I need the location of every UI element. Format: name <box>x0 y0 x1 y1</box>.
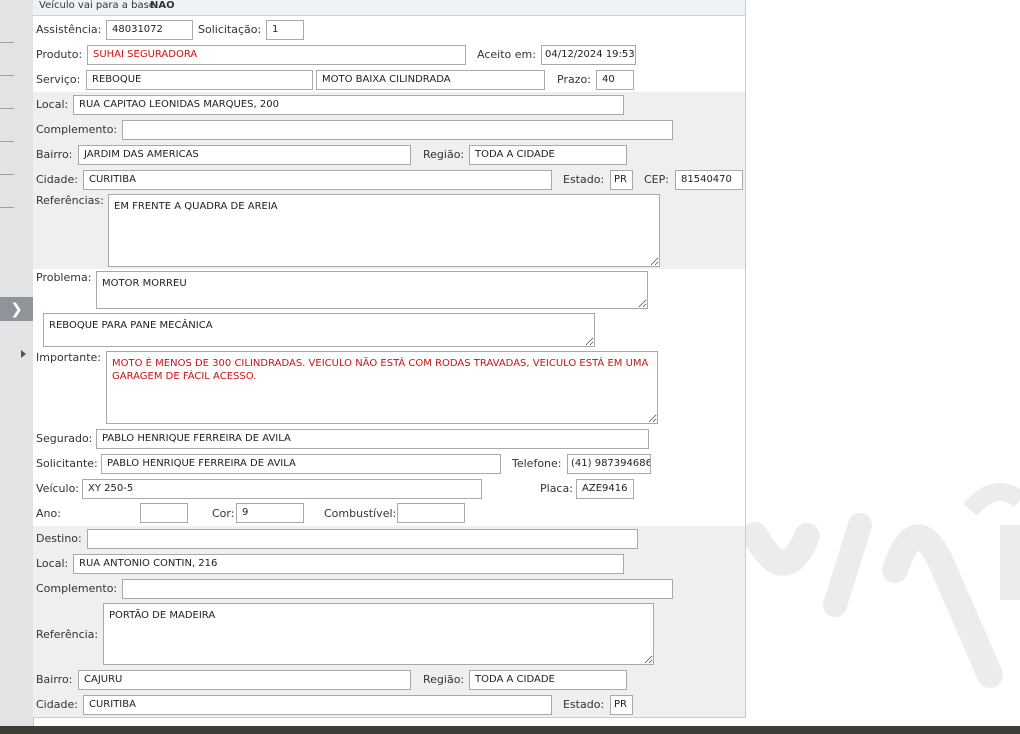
complemento-field[interactable] <box>122 120 673 140</box>
importante-textarea[interactable]: MOTO É MENOS DE 300 CILINDRADAS. VEICULO… <box>106 351 658 424</box>
ano-field[interactable] <box>140 503 188 523</box>
destino-label: Destino: <box>36 532 82 545</box>
sidebar-divider <box>0 75 14 76</box>
bairro-field[interactable]: JARDIM DAS AMERICAS <box>78 145 411 165</box>
assistencia-label: Assistência: <box>36 23 102 36</box>
importante-label: Importante: <box>36 351 102 364</box>
sidebar-divider <box>0 207 14 208</box>
complemento-label: Complemento: <box>36 123 118 136</box>
servico-field[interactable]: REBOQUE <box>86 70 313 90</box>
destino-local-field[interactable]: RUA ANTONIO CONTIN, 216 <box>73 554 624 574</box>
destino-regiao-field[interactable]: TODA A CIDADE <box>469 670 627 690</box>
local-field[interactable]: RUA CAPITAO LEONIDAS MARQUES, 200 <box>73 95 624 115</box>
destino-estado-field[interactable]: PR <box>610 695 633 715</box>
servico-label: Serviço: <box>36 73 81 86</box>
solicitacao-label: Solicitação: <box>198 23 262 36</box>
placa-label: Placa: <box>540 482 573 495</box>
sidebar-divider <box>0 174 14 175</box>
cep-field[interactable]: 81540470 <box>675 170 743 190</box>
servico-tipo-field[interactable]: MOTO BAIXA CILINDRADA <box>316 70 545 90</box>
problema-label: Problema: <box>36 271 92 284</box>
produto-field[interactable]: SUHAI SEGURADORA <box>87 45 466 65</box>
ano-label: Ano: <box>36 507 61 520</box>
destino-bairro-field[interactable]: CAJURU <box>78 670 411 690</box>
chevron-right-icon: ❯ <box>10 300 23 318</box>
base-status-label: Veículo vai para a base: <box>39 0 159 11</box>
service-order-form: Veículo vai para a base: NAO Assistência… <box>33 0 746 718</box>
detalhe-textarea[interactable]: REBOQUE PARA PANE MECÂNICA <box>43 313 595 347</box>
destino-complemento-label: Complemento: <box>36 582 118 595</box>
prazo-field[interactable]: 40 <box>596 70 634 90</box>
veiculo-label: Veículo: <box>36 482 80 495</box>
destino-cidade-field[interactable]: CURITIBA <box>83 695 552 715</box>
aceito-label: Aceito em: <box>477 48 536 61</box>
regiao-field[interactable]: TODA A CIDADE <box>469 145 627 165</box>
regiao-label: Região: <box>423 148 465 161</box>
telefone-field[interactable]: (41) 987394686 <box>567 454 651 474</box>
destino-cidade-label: Cidade: <box>36 698 78 711</box>
sidebar-divider <box>0 42 14 43</box>
left-sidebar: ❯ <box>0 0 34 726</box>
produto-label: Produto: <box>36 48 83 61</box>
telefone-label: Telefone: <box>512 457 562 470</box>
sidebar-divider <box>0 141 14 142</box>
estado-label: Estado: <box>563 173 605 186</box>
caret-right-icon[interactable] <box>21 350 26 358</box>
destino-regiao-label: Região: <box>423 673 465 686</box>
local-label: Local: <box>36 98 69 111</box>
destino-referencia-textarea[interactable]: PORTÃO DE MADEIRA <box>103 603 654 665</box>
base-status-value: NAO <box>150 0 175 11</box>
destino-referencia-label: Referência: <box>36 628 99 641</box>
sidebar-divider <box>0 108 14 109</box>
cidade-field[interactable]: CURITIBA <box>83 170 552 190</box>
aceito-field[interactable]: 04/12/2024 19:53 <box>541 45 636 65</box>
cor-field[interactable]: 9 <box>236 503 304 523</box>
veiculo-field[interactable]: XY 250-5 <box>82 479 482 499</box>
cor-label: Cor: <box>212 507 235 520</box>
prazo-label: Prazo: <box>557 73 591 86</box>
problema-textarea[interactable]: MOTOR MORREU <box>96 271 648 309</box>
solicitacao-field[interactable]: 1 <box>266 20 304 40</box>
segurado-label: Segurado: <box>36 432 93 445</box>
destino-bairro-label: Bairro: <box>36 673 73 686</box>
destino-estado-label: Estado: <box>563 698 605 711</box>
destino-local-label: Local: <box>36 557 69 570</box>
bairro-label: Bairro: <box>36 148 73 161</box>
solicitante-label: Solicitante: <box>36 457 98 470</box>
placa-field[interactable]: AZE9416 <box>576 479 634 499</box>
destino-field[interactable] <box>87 529 638 549</box>
referencias-textarea[interactable]: EM FRENTE A QUADRA DE AREIA <box>108 194 660 267</box>
bottom-taskbar <box>0 726 1020 734</box>
sidebar-toggle-button[interactable]: ❯ <box>0 297 33 321</box>
watermark-logo <box>745 440 1020 726</box>
destino-complemento-field[interactable] <box>122 579 673 599</box>
combustivel-label: Combustível: <box>324 507 397 520</box>
assistencia-field[interactable]: 48031072 <box>106 20 193 40</box>
referencias-label: Referências: <box>36 194 104 207</box>
solicitante-field[interactable]: PABLO HENRIQUE FERREIRA DE AVILA <box>101 454 501 474</box>
cep-label: CEP: <box>644 173 669 186</box>
combustivel-field[interactable] <box>397 503 465 523</box>
cidade-label: Cidade: <box>36 173 78 186</box>
base-status-line: Veículo vai para a base: NAO <box>33 0 745 16</box>
estado-field[interactable]: PR <box>610 170 633 190</box>
segurado-field[interactable]: PABLO HENRIQUE FERREIRA DE AVILA <box>96 429 649 449</box>
